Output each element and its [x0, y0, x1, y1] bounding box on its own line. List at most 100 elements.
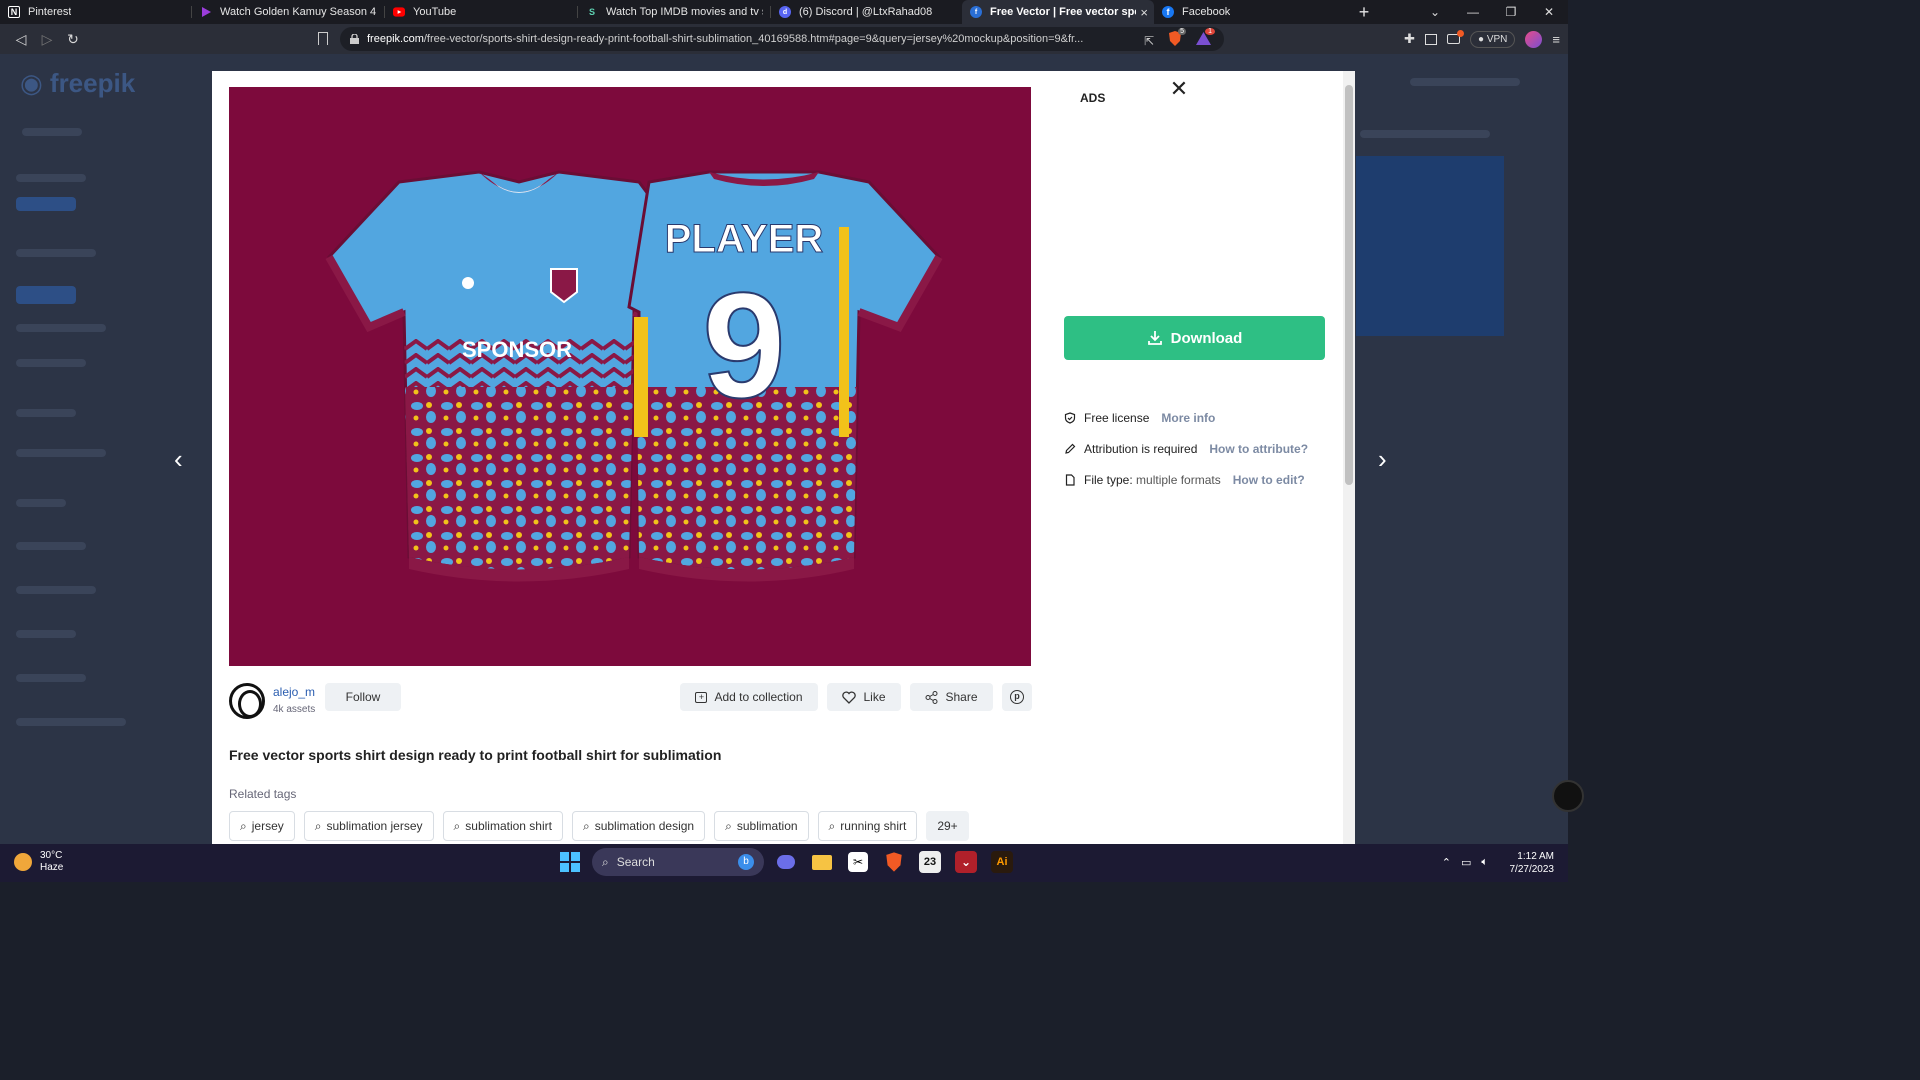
taskbar-apps: ⌕ Search b ✂ 23 ⌄ Ai [556, 848, 1016, 876]
tray-chevron-icon[interactable]: ⌃ [1442, 856, 1451, 869]
sidebar-icon[interactable] [1425, 33, 1438, 45]
taskbar-search[interactable]: ⌕ Search b [592, 848, 764, 876]
search-icon: ⌕ [725, 818, 732, 833]
windows-taskbar: 30°C Haze ⌕ Search b ✂ 23 ⌄ Ai ⌃ ▭ 🔈︎ 1:… [0, 844, 1568, 882]
how-to-attribute-link[interactable]: How to attribute? [1209, 442, 1308, 456]
search-icon: ⌕ [828, 818, 836, 833]
more-tags-button[interactable]: 29+ [926, 811, 969, 841]
scrollbar-thumb[interactable] [1345, 85, 1353, 485]
file-explorer-icon[interactable] [808, 848, 836, 876]
window-close-icon[interactable]: ✕ [1530, 5, 1568, 19]
brave-badge: 5 [1178, 28, 1186, 35]
shield-icon [1064, 412, 1076, 424]
tab-golden-kamuy[interactable]: Watch Golden Kamuy Season 4 Anim [192, 0, 385, 24]
collection-icon: + [695, 691, 708, 703]
freepik-icon: f [970, 6, 982, 18]
tag-sublimation-design[interactable]: ⌕ sublimation design [571, 811, 706, 841]
resource-title: Free vector sports shirt design ready to… [229, 747, 722, 763]
back-icon[interactable]: ◁ [8, 31, 34, 48]
weather-widget[interactable]: 30°C Haze [14, 850, 63, 874]
close-modal-icon[interactable]: ✕ [1167, 76, 1191, 102]
address-bar[interactable]: freepik.com /free-vector/sports-shirt-de… [340, 27, 1224, 51]
tab-youtube[interactable]: YouTube [385, 0, 578, 24]
system-tray: ⌃ ▭ 🔈︎ [1442, 856, 1488, 869]
how-to-edit-link[interactable]: How to edit? [1233, 473, 1305, 487]
author-avatar[interactable] [229, 683, 265, 719]
vivaldi-icon[interactable]: ⌄ [955, 851, 977, 873]
resource-modal: SPONSOR PLAYER 9 ADS Download Free licen… [212, 71, 1355, 844]
teams-chat-icon[interactable] [772, 848, 800, 876]
youtube-icon [393, 6, 405, 18]
share-button[interactable]: Share [910, 683, 993, 711]
taskbar-clock[interactable]: 1:12 AM 7/27/2023 [1510, 850, 1555, 876]
menu-icon[interactable]: ≡ [1552, 32, 1560, 47]
rewards-badge: 1 [1205, 28, 1215, 35]
bookmark-icon[interactable] [318, 32, 328, 45]
download-icon [1147, 331, 1162, 345]
restore-icon[interactable]: ❐ [1492, 5, 1530, 19]
tag-running-shirt[interactable]: ⌕ running shirt [817, 811, 918, 841]
modal-scrollbar[interactable] [1343, 71, 1355, 844]
play-icon [200, 6, 212, 18]
attribution-row: Attribution is required How to attribute… [1064, 442, 1308, 456]
brave-shields-icon[interactable]: 5 [1168, 28, 1186, 51]
download-button[interactable]: Download [1064, 316, 1325, 360]
discord-icon: d [779, 6, 791, 18]
share-page-icon[interactable]: ⇱ [1144, 34, 1154, 48]
tab-imdb-movies[interactable]: S Watch Top IMDB movies and tv show [578, 0, 771, 24]
tab-strip: N Pinterest Watch Golden Kamuy Season 4 … [0, 0, 1568, 24]
tab-freepik[interactable]: f Free Vector | Free vector sports s × [962, 0, 1154, 24]
s-icon: S [588, 7, 595, 17]
tab-discord[interactable]: d (6) Discord | @LtxRahad08 [771, 0, 962, 24]
previous-arrow-icon[interactable]: ‹ [174, 444, 183, 475]
pinterest-share-button[interactable]: p [1002, 683, 1032, 711]
related-tags: ⌕ jersey ⌕ sublimation jersey ⌕ sublimation… [229, 811, 969, 841]
vpn-button[interactable]: ● VPN [1470, 30, 1516, 48]
volume-icon[interactable]: 🔈︎ [1481, 856, 1488, 869]
tab-close-icon[interactable]: × [1140, 5, 1148, 20]
network-icon[interactable]: ▭ [1461, 856, 1471, 869]
brave-taskbar-icon[interactable] [880, 848, 908, 876]
preview-image: SPONSOR PLAYER 9 [229, 87, 1031, 666]
tag-jersey[interactable]: ⌕ jersey [229, 811, 295, 841]
author-name[interactable]: alejo_m [273, 685, 315, 699]
tag-sublimation[interactable]: ⌕ sublimation [714, 811, 809, 841]
pen-icon [1064, 443, 1076, 455]
weather-sun-icon [14, 853, 32, 871]
tab-facebook[interactable]: f Facebook [1154, 0, 1348, 24]
floating-side-button[interactable] [1552, 780, 1584, 812]
search-icon: ⌕ [240, 818, 247, 833]
more-info-link[interactable]: More info [1161, 411, 1215, 425]
share-icon [925, 690, 938, 704]
brave-rewards-icon[interactable]: 1 [1196, 28, 1215, 50]
profile-avatar[interactable] [1525, 30, 1543, 48]
forward-icon[interactable]: ▷ [34, 31, 60, 48]
jersey-illustration: SPONSOR PLAYER 9 [229, 87, 1031, 666]
next-arrow-icon[interactable]: › [1378, 444, 1387, 475]
tag-sublimation-shirt[interactable]: ⌕ sublimation shirt [442, 811, 563, 841]
tab-search-chevron-icon[interactable]: ⌄ [1416, 5, 1454, 19]
search-icon: ⌕ [453, 818, 461, 833]
reload-icon[interactable]: ↻ [60, 31, 86, 48]
windows-start-icon[interactable] [556, 848, 584, 876]
tab-pinterest[interactable]: N Pinterest [0, 0, 192, 24]
tag-sublimation-jersey[interactable]: ⌕ sublimation jersey [303, 811, 434, 841]
search-icon: ⌕ [582, 818, 590, 833]
extensions-icon[interactable]: ✚ [1404, 31, 1415, 47]
related-tags-label: Related tags [229, 787, 297, 801]
wallet-icon[interactable] [1447, 30, 1465, 44]
like-button[interactable]: Like [827, 683, 901, 711]
weather-condition: Haze [40, 862, 64, 873]
add-to-collection-button[interactable]: + Add to collection [680, 683, 818, 711]
lock-icon [350, 34, 359, 44]
minimize-icon[interactable]: — [1454, 5, 1492, 19]
capcut-icon[interactable]: ✂ [848, 852, 868, 872]
author-assets: 4k assets [273, 704, 316, 715]
app-23-icon[interactable]: 23 [919, 851, 941, 873]
new-tab-button[interactable]: + [1348, 0, 1380, 24]
follow-button[interactable]: Follow [325, 683, 401, 711]
facebook-icon: f [1162, 6, 1174, 18]
player-number: 9 [702, 261, 785, 429]
bing-icon: b [738, 854, 754, 870]
illustrator-icon[interactable]: Ai [991, 851, 1013, 873]
